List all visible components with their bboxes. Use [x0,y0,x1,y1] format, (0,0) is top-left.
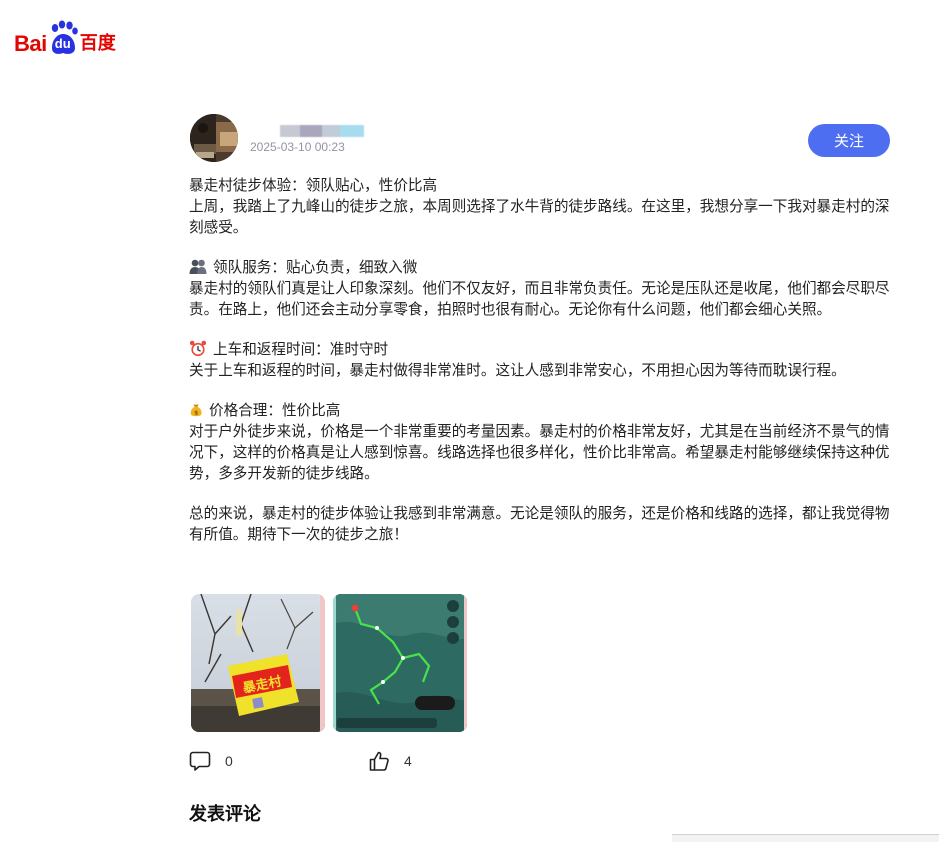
post-title: 暴走村徒步体验：领队贴心，性价比高 [189,177,438,194]
section-heading-text: 价格合理：性价比高 [209,402,341,419]
svg-text:$: $ [194,409,198,416]
paw-icon: du [48,20,78,56]
section-body-time: 关于上车和返程的时间，暴走村做得非常准时。这让人感到非常安心，不用担心因为等待而… [189,362,846,379]
post-conclusion: 总的来说，暴走村的徒步体验让我感到非常满意。无论是领队的服务，还是价格和线路的选… [189,505,890,543]
comment-count: 0 [225,753,233,769]
post-page: Bai du 百度 2025-03-10 00:23 关注 暴走村徒步体验：领队… [0,0,939,842]
section-body-price: 对于户外徒步来说，价格是一个非常重要的考量因素。暴走村的价格非常友好，尤其是在当… [189,423,890,482]
map-route-thumbnail[interactable] [333,594,467,732]
like-button[interactable]: 4 [368,748,412,774]
post-intro: 上周，我踏上了九峰山的徒步之旅，本周则选择了水牛背的徒步路线。在这里，我想分享一… [189,198,890,236]
money-bag-icon: $ [190,404,202,416]
comment-button[interactable]: 0 [189,748,233,774]
post-actions: 0 4 [189,748,589,774]
logo-text-bai: Bai [14,31,47,56]
post-content: 暴走村徒步体验：领队贴心，性价比高 上周，我踏上了九峰山的徒步之旅，本周则选择了… [189,175,891,545]
bottom-divider [672,834,939,842]
like-count: 4 [404,753,412,769]
alarm-clock-icon [189,340,207,357]
author-name-redacted [280,125,364,137]
logo-text-cn: 百度 [79,33,116,54]
comment-icon [189,751,211,771]
avatar[interactable] [190,114,238,162]
follow-button[interactable]: 关注 [808,124,890,157]
section-heading-leader: 领队服务：贴心负责，细致入微 [189,257,891,278]
image-gallery: 暴走村 [191,594,467,732]
people-icon [189,259,207,274]
logo-text-du: du [54,36,71,51]
section-body-leader: 暴走村的领队们真是让人印象深刻。他们不仅友好，而且非常负责任。无论是压队还是收尾… [189,280,890,318]
baidu-logo[interactable]: Bai du 百度 [14,16,116,56]
author-header: 2025-03-10 00:23 关注 [190,114,890,162]
section-heading-time: 上车和返程时间：准时守时 [189,339,891,360]
section-heading-text: 领队服务：贴心负责，细致入微 [213,259,418,276]
photo-banner-thumbnail[interactable]: 暴走村 [191,594,325,732]
comment-section-title: 发表评论 [189,804,261,825]
section-heading-text: 上车和返程时间：准时守时 [213,341,389,358]
thumbs-up-icon [369,751,389,771]
post-time: 2025-03-10 00:23 [250,140,345,154]
section-heading-price: $ 价格合理：性价比高 [189,400,891,421]
